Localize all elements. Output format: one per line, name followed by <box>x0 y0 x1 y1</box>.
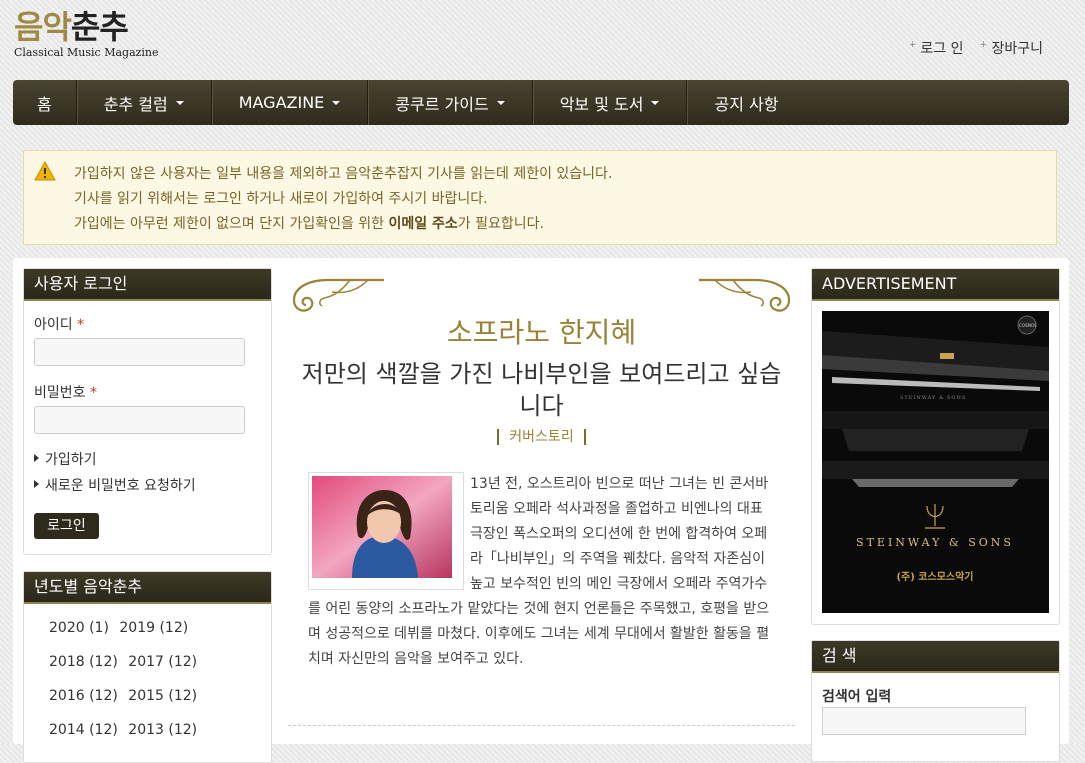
nav-notices[interactable]: 공지 사항 <box>687 80 805 125</box>
nav-competition-guide[interactable]: 콩쿠르 가이드 <box>368 80 533 125</box>
site-logo[interactable]: 음악춘추 Classical Music Magazine <box>14 10 164 64</box>
caret-down-icon <box>332 100 341 105</box>
year-panel-title: 년도별 음악춘추 <box>24 572 271 604</box>
caret-down-icon <box>496 100 505 105</box>
nav-magazine[interactable]: MAGAZINE <box>212 80 369 125</box>
article-divider <box>288 725 795 726</box>
login-panel: 사용자 로그인 아이디 * 비밀번호 * 가입하기 새로운 비밀번호 요청하기 … <box>23 268 272 555</box>
dealer-badge-text: COSMOS <box>1019 323 1037 328</box>
password-label: 비밀번호 * <box>34 385 97 401</box>
cart-link[interactable]: + 장바구니 <box>979 40 1043 57</box>
nav-column[interactable]: 춘추 컬럼 <box>77 80 212 125</box>
email-emphasis: 이메일 주소 <box>388 216 458 232</box>
main-nav: 홈 춘추 컬럼 MAGAZINE 콩쿠르 가이드 악보 및 도서 공지 사항 <box>13 80 1069 125</box>
login-link[interactable]: + 로그 인 <box>908 40 964 57</box>
steinway-ad-banner[interactable]: STEINWAY & SONS COSMOS STEINWAY & SONS (… <box>822 311 1049 613</box>
year-row: 2020 (1) 2019 (12) <box>49 620 194 636</box>
caret-down-icon <box>175 100 184 105</box>
nav-scores-books[interactable]: 악보 및 도서 <box>533 80 688 125</box>
plus-icon: + <box>908 40 917 51</box>
id-input[interactable] <box>34 338 245 366</box>
advertisement-panel: ADVERTISEMENT STEINWAY & SONS COSMOS STE… <box>811 268 1060 625</box>
signup-link[interactable]: 가입하기 <box>34 449 97 469</box>
notice-line-1: 가입하지 않은 사용자는 일부 내용을 제외하고 음악춘추잡지 기사를 읽는데 … <box>74 166 613 182</box>
notice-line-3: 가입에는 아무런 제한이 없으며 단지 가입확인을 위한 이메일 주소가 필요합… <box>74 216 544 232</box>
article-category: 커버스토리 <box>288 426 795 446</box>
id-label: 아이디 * <box>34 317 85 333</box>
search-title: 검 색 <box>812 641 1059 673</box>
notice-line-2: 기사를 읽기 위해서는 로그인 하거나 새로이 가입하여 주시기 바랍니다. <box>74 191 488 207</box>
ornament-right-icon <box>699 278 791 312</box>
plus-icon: + <box>979 40 988 51</box>
year-row: 2018 (12) 2017 (12) <box>49 654 203 670</box>
year-link[interactable]: 2018 (12) <box>49 654 118 670</box>
bullet-arrow-icon <box>34 454 39 462</box>
advertisement-title: ADVERTISEMENT <box>812 269 1059 301</box>
password-reset-link[interactable]: 새로운 비밀번호 요청하기 <box>34 475 196 495</box>
article-body: 13년 전, 오스트리아 빈으로 떠난 그녀는 빈 콘서바토리움 오페라 석사과… <box>308 476 770 667</box>
year-link[interactable]: 2020 (1) <box>49 620 109 636</box>
caret-down-icon <box>651 100 660 105</box>
piano-fallboard-text: STEINWAY & SONS <box>900 395 966 401</box>
ornament-left-icon <box>292 278 384 312</box>
logo-subtitle: Classical Music Magazine <box>14 46 159 59</box>
year-link[interactable]: 2014 (12) <box>49 722 118 738</box>
piano-ad-image: STEINWAY & SONS COSMOS STEINWAY & SONS (… <box>822 311 1049 613</box>
warning-icon <box>34 161 56 181</box>
year-row: 2016 (12) 2015 (12) <box>49 688 203 704</box>
year-link[interactable]: 2019 (12) <box>119 620 188 636</box>
article-title[interactable]: 저만의 색깔을 가진 나비부인을 보여드리고 싶습니다 <box>298 358 785 422</box>
cover-story-article: 소프라노 한지혜 저만의 색깔을 가진 나비부인을 보여드리고 싶습니다 커버스… <box>288 276 795 744</box>
login-panel-title: 사용자 로그인 <box>24 269 271 301</box>
year-archive-panel: 년도별 음악춘추 2020 (1) 2019 (12) 2018 (12) 20… <box>23 571 272 763</box>
top-links: + 로그 인 + 장바구니 <box>897 38 1043 58</box>
membership-notice: 가입하지 않은 사용자는 일부 내용을 제외하고 음악춘추잡지 기사를 읽는데 … <box>23 150 1057 245</box>
search-input[interactable] <box>822 707 1026 735</box>
nav-home[interactable]: 홈 <box>13 80 77 125</box>
bullet-arrow-icon <box>34 480 39 488</box>
login-button[interactable]: 로그인 <box>34 513 99 539</box>
article-kicker: 소프라노 한지혜 <box>446 316 637 349</box>
year-link[interactable]: 2017 (12) <box>128 654 197 670</box>
password-input[interactable] <box>34 406 245 434</box>
search-label: 검색어 입력 <box>822 689 892 705</box>
year-link[interactable]: 2015 (12) <box>128 688 197 704</box>
year-row: 2014 (12) 2013 (12) <box>49 722 203 738</box>
year-link[interactable]: 2016 (12) <box>49 688 118 704</box>
logo-wordmark: 음악춘추 <box>14 8 129 46</box>
year-link[interactable]: 2013 (12) <box>128 722 197 738</box>
ad-dealer-text: (주) 코스모스악기 <box>896 570 973 583</box>
ad-brand-text: STEINWAY & SONS <box>856 536 1014 549</box>
